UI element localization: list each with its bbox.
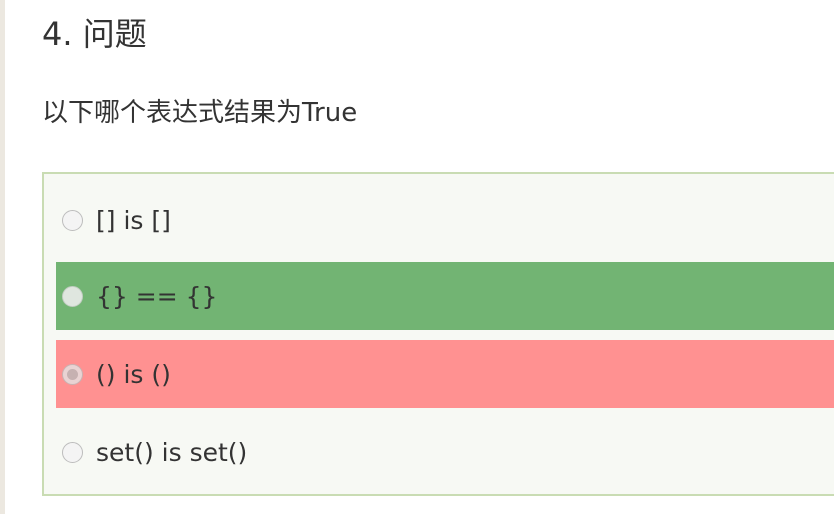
- options-box: [] is [] {} == {} () is () set() is set(…: [42, 172, 834, 496]
- option-label: [] is []: [96, 205, 171, 235]
- option-label: {} == {}: [96, 281, 218, 311]
- option-label: () is (): [96, 359, 171, 389]
- radio-button[interactable]: [62, 209, 83, 231]
- question-text: 以下哪个表达式结果为True: [42, 98, 358, 128]
- option-4[interactable]: set() is set(): [56, 418, 834, 486]
- radio-button-selected[interactable]: [62, 363, 83, 385]
- option-2-correct[interactable]: {} == {}: [56, 262, 834, 330]
- option-1[interactable]: [] is []: [56, 186, 834, 254]
- option-label: set() is set(): [96, 437, 248, 467]
- quiz-page: 4. 问题 以下哪个表达式结果为True [] is [] {} == {} (…: [0, 0, 834, 514]
- question-title: 4. 问题: [42, 15, 147, 53]
- left-border: [0, 0, 5, 514]
- radio-button[interactable]: [62, 285, 83, 307]
- radio-button[interactable]: [62, 441, 83, 463]
- option-3-incorrect[interactable]: () is (): [56, 340, 834, 408]
